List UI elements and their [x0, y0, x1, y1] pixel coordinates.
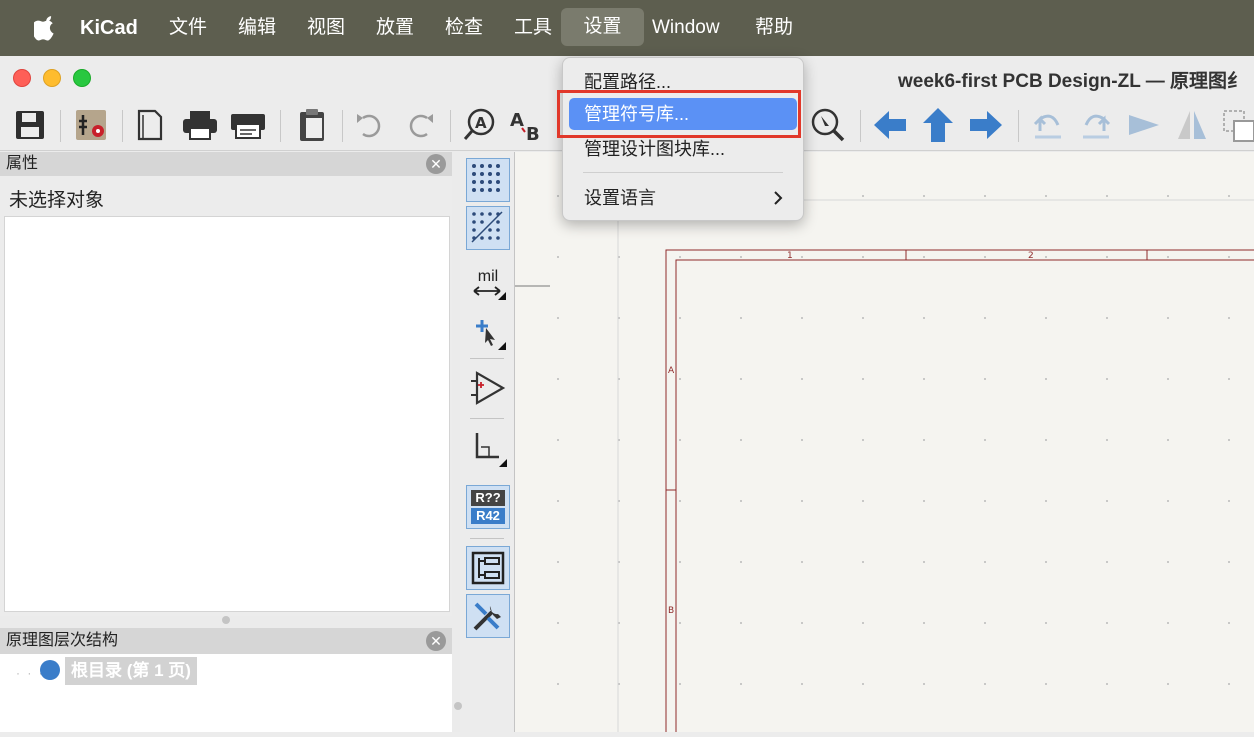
menu-app-name[interactable]: KiCad [70, 0, 148, 56]
rotate-ccw-icon[interactable] [1028, 104, 1068, 146]
panel-splitter-handle[interactable] [222, 616, 230, 624]
window-title: week6-first PCB Design-ZL — 原理图纟 [898, 71, 1247, 92]
toolbar-separator [1018, 110, 1019, 142]
menu-item-configure-paths[interactable]: 配置路径... [569, 66, 797, 98]
zoom-window-button[interactable] [73, 69, 91, 87]
print-icon[interactable] [180, 104, 220, 146]
close-icon[interactable]: ✕ [426, 154, 446, 174]
line-mode-icon[interactable] [466, 426, 510, 470]
menu-item-set-language-label: 设置语言 [584, 188, 656, 208]
paste-icon[interactable] [292, 104, 332, 146]
hierarchy-panel-header: 原理图层次结构 ✕ [0, 628, 452, 654]
properties-manager-icon[interactable] [466, 594, 510, 638]
redo-icon[interactable] [400, 104, 440, 146]
rotate-cw-icon[interactable] [1076, 104, 1116, 146]
hierarchy-navigator-icon[interactable] [466, 546, 510, 590]
grid-toggle-icon[interactable] [466, 158, 510, 202]
no-selection-text: 未选择对象 [9, 190, 105, 211]
annotate-icon[interactable]: R?? R42 [466, 485, 510, 529]
menu-help[interactable]: 帮助 [745, 0, 803, 56]
undo-icon[interactable] [350, 104, 390, 146]
menu-inspect[interactable]: 检查 [435, 0, 493, 56]
menu-tools[interactable]: 工具 [504, 0, 562, 56]
menu-file[interactable]: 文件 [159, 0, 217, 56]
close-window-button[interactable] [13, 69, 31, 87]
arrow-up-icon[interactable] [918, 104, 958, 146]
arrow-left-icon[interactable] [870, 104, 910, 146]
chevron-right-icon [773, 182, 783, 224]
menu-item-manage-design-block-libraries[interactable]: 管理设计图块库... [569, 133, 797, 165]
grid-override-icon[interactable] [466, 206, 510, 250]
schematic-canvas[interactable]: 1 2 A B [515, 152, 1254, 732]
mirror-horizontal-icon[interactable] [1172, 104, 1212, 146]
properties-panel-title: 属性 [6, 155, 39, 172]
sheet-row-label: B [668, 606, 674, 616]
menu-bar: KiCad 文件 编辑 视图 放置 检查 工具 设置 Window 帮助 [0, 0, 1254, 56]
toolbar-separator [470, 358, 504, 359]
zoom-selection-icon[interactable] [808, 104, 848, 146]
svg-text:A: A [510, 110, 524, 131]
apple-icon[interactable] [24, 0, 68, 56]
annotate-label-top: R?? [471, 490, 505, 506]
properties-grid [4, 216, 450, 612]
arrow-right-icon[interactable] [966, 104, 1006, 146]
toolbar-separator [342, 110, 343, 142]
hierarchy-panel: · · · · 根目录 (第 1 页) [0, 654, 452, 732]
sheet-row-label: A [668, 366, 675, 376]
toolbar-separator [860, 110, 861, 142]
plot-icon[interactable] [228, 104, 268, 146]
toolbar-separator [470, 538, 504, 539]
menu-item-set-language[interactable]: 设置语言 [569, 182, 797, 214]
properties-panel: 未选择对象 [0, 176, 452, 616]
properties-panel-header: 属性 ✕ [0, 152, 452, 176]
menu-edit[interactable]: 编辑 [228, 0, 286, 56]
sheet-drawing: 1 2 A B [515, 152, 1254, 732]
schematic-setup-icon[interactable] [71, 104, 111, 146]
menu-separator [583, 172, 783, 173]
show-pins-icon[interactable] [466, 366, 510, 410]
units-label: mil [477, 268, 499, 285]
find-replace-icon[interactable]: AB [508, 104, 548, 146]
minimize-window-button[interactable] [43, 69, 61, 87]
left-toolbar: mil R?? R42 [460, 152, 515, 732]
toolbar-separator [450, 110, 451, 142]
save-icon[interactable] [10, 104, 50, 146]
group-icon[interactable] [1218, 104, 1254, 146]
toolbar-separator [280, 110, 281, 142]
menu-window[interactable]: Window [642, 0, 730, 56]
svg-text:A: A [475, 114, 487, 132]
page-settings-icon[interactable] [130, 104, 170, 146]
units-mil-button[interactable]: mil [466, 262, 510, 306]
toolbar-separator [470, 418, 504, 419]
settings-dropdown-menu: 配置路径... 管理符号库... 管理设计图块库... 设置语言 [562, 57, 804, 221]
sheet-col-label: 2 [1028, 251, 1034, 261]
menu-item-manage-symbol-libraries[interactable]: 管理符号库... [569, 98, 797, 130]
sheet-col-label: 1 [787, 251, 793, 261]
toolbar-separator [60, 110, 61, 142]
menu-view[interactable]: 视图 [297, 0, 355, 56]
mirror-vertical-icon[interactable] [1124, 104, 1164, 146]
find-icon[interactable]: A [460, 104, 500, 146]
hierarchy-panel-title: 原理图层次结构 [6, 632, 119, 649]
menu-settings[interactable]: 设置 [561, 8, 644, 46]
menu-place[interactable]: 放置 [366, 0, 424, 56]
cursor-style-icon[interactable] [466, 310, 510, 354]
toolbar-separator [122, 110, 123, 142]
svg-text:B: B [526, 124, 540, 144]
sheet-node-icon [40, 660, 60, 680]
tree-root-item[interactable]: 根目录 (第 1 页) [65, 657, 197, 685]
close-icon[interactable]: ✕ [426, 631, 446, 651]
annotate-label-bottom: R42 [471, 508, 505, 524]
toolbar-splitter-handle[interactable] [454, 702, 462, 710]
